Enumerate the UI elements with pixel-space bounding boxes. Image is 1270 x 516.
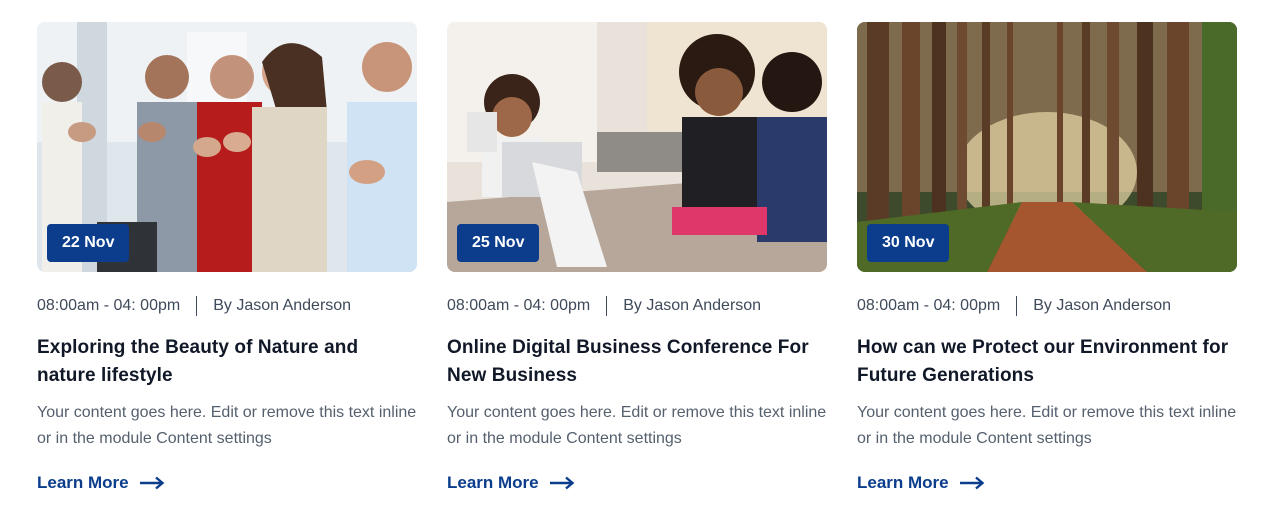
arrow-right-icon xyxy=(959,476,984,490)
event-meta: 08:00am - 04: 00pm By Jason Anderson xyxy=(857,296,1237,316)
event-author: By Jason Anderson xyxy=(623,297,762,314)
event-card: 22 Nov 08:00am - 04: 00pm By Jason Ander… xyxy=(37,22,417,493)
event-title[interactable]: Online Digital Business Conference For N… xyxy=(447,334,827,390)
arrow-right-icon xyxy=(139,476,164,490)
learn-more-label: Learn More xyxy=(857,473,949,492)
event-title[interactable]: Exploring the Beauty of Nature and natur… xyxy=(37,334,417,390)
event-meta: 08:00am - 04: 00pm By Jason Anderson xyxy=(447,296,827,316)
date-badge: 22 Nov xyxy=(47,224,130,262)
learn-more-link[interactable]: Learn More xyxy=(447,473,575,493)
arrow-right-icon xyxy=(549,476,574,490)
event-image[interactable]: 30 Nov xyxy=(857,22,1237,272)
event-description: Your content goes here. Edit or remove t… xyxy=(447,404,827,447)
event-time: 08:00am - 04: 00pm xyxy=(447,297,591,314)
event-author: By Jason Anderson xyxy=(1033,297,1172,314)
date-badge: 25 Nov xyxy=(457,224,540,262)
event-description: Your content goes here. Edit or remove t… xyxy=(857,404,1237,447)
event-image[interactable]: 22 Nov xyxy=(37,22,417,272)
event-description: Your content goes here. Edit or remove t… xyxy=(37,404,417,447)
learn-more-link[interactable]: Learn More xyxy=(37,473,165,493)
event-author: By Jason Anderson xyxy=(213,297,352,314)
event-time: 08:00am - 04: 00pm xyxy=(37,297,181,314)
event-card: 25 Nov 08:00am - 04: 00pm By Jason Ander… xyxy=(447,22,827,493)
event-image[interactable]: 25 Nov xyxy=(447,22,827,272)
learn-more-label: Learn More xyxy=(447,473,539,492)
meta-divider xyxy=(196,296,198,316)
event-title[interactable]: How can we Protect our Environment for F… xyxy=(857,334,1237,390)
event-time: 08:00am - 04: 00pm xyxy=(857,297,1001,314)
meta-divider xyxy=(606,296,608,316)
learn-more-link[interactable]: Learn More xyxy=(857,473,985,493)
learn-more-label: Learn More xyxy=(37,473,129,492)
event-card: 30 Nov 08:00am - 04: 00pm By Jason Ander… xyxy=(857,22,1237,493)
date-badge: 30 Nov xyxy=(867,224,950,262)
meta-divider xyxy=(1016,296,1018,316)
event-cards: 22 Nov 08:00am - 04: 00pm By Jason Ander… xyxy=(37,22,1237,493)
event-meta: 08:00am - 04: 00pm By Jason Anderson xyxy=(37,296,417,316)
